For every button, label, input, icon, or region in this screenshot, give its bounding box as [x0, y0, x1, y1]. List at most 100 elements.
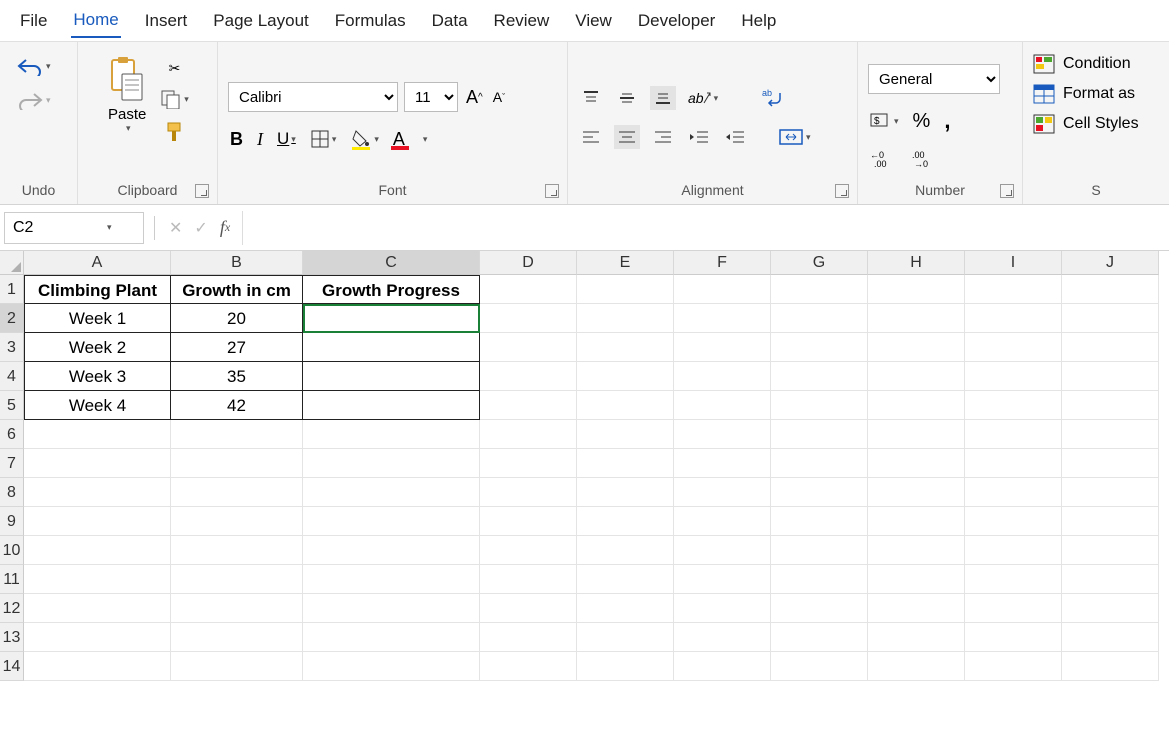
- font-size-select[interactable]: 11: [404, 82, 458, 112]
- cell[interactable]: [771, 565, 868, 594]
- cell[interactable]: [868, 507, 965, 536]
- row-header[interactable]: 5: [0, 391, 24, 420]
- increase-font-button[interactable]: A^: [464, 85, 485, 110]
- cell[interactable]: [674, 594, 771, 623]
- col-header-D[interactable]: D: [480, 251, 577, 275]
- cell[interactable]: [868, 304, 965, 333]
- cell[interactable]: [480, 507, 577, 536]
- cell[interactable]: [480, 536, 577, 565]
- cell[interactable]: [771, 391, 868, 420]
- cell[interactable]: Growth Progress: [303, 275, 480, 304]
- col-header-E[interactable]: E: [577, 251, 674, 275]
- cell[interactable]: [1062, 449, 1159, 478]
- cell[interactable]: [577, 478, 674, 507]
- name-box[interactable]: ▾: [4, 212, 144, 244]
- cell[interactable]: [480, 275, 577, 304]
- cell[interactable]: [1062, 333, 1159, 362]
- tab-developer[interactable]: Developer: [636, 5, 718, 37]
- cell[interactable]: 27: [171, 333, 303, 362]
- row-header[interactable]: 13: [0, 623, 24, 652]
- cell[interactable]: [674, 565, 771, 594]
- col-header-H[interactable]: H: [868, 251, 965, 275]
- cell[interactable]: [674, 449, 771, 478]
- cell[interactable]: [965, 275, 1062, 304]
- cell[interactable]: [771, 623, 868, 652]
- cell[interactable]: [868, 362, 965, 391]
- cell[interactable]: [868, 594, 965, 623]
- cell[interactable]: [1062, 362, 1159, 391]
- cell[interactable]: [868, 275, 965, 304]
- cell[interactable]: [577, 536, 674, 565]
- row-header[interactable]: 8: [0, 478, 24, 507]
- underline-button[interactable]: U▾: [275, 127, 298, 151]
- select-all-corner[interactable]: [0, 251, 24, 275]
- col-header-B[interactable]: B: [171, 251, 303, 275]
- paste-dropdown[interactable]: ▾: [126, 123, 131, 134]
- cell[interactable]: 42: [171, 391, 303, 420]
- cell[interactable]: [868, 623, 965, 652]
- cell[interactable]: [24, 594, 171, 623]
- cell[interactable]: [480, 420, 577, 449]
- row-header[interactable]: 11: [0, 565, 24, 594]
- cell[interactable]: [577, 623, 674, 652]
- cell[interactable]: [965, 594, 1062, 623]
- cell[interactable]: [577, 507, 674, 536]
- row-header[interactable]: 7: [0, 449, 24, 478]
- col-header-J[interactable]: J: [1062, 251, 1159, 275]
- cell[interactable]: [577, 565, 674, 594]
- row-header[interactable]: 6: [0, 420, 24, 449]
- cell[interactable]: [171, 652, 303, 681]
- col-header-C[interactable]: C: [303, 251, 480, 275]
- worksheet-grid[interactable]: A B C D E F G H I J 1Climbing PlantGrowt…: [0, 251, 1169, 681]
- cell[interactable]: [480, 478, 577, 507]
- cell[interactable]: [303, 449, 480, 478]
- cell[interactable]: [303, 478, 480, 507]
- cell[interactable]: [24, 507, 171, 536]
- cell-styles-button[interactable]: Cell Styles: [1033, 114, 1139, 134]
- cell[interactable]: [674, 478, 771, 507]
- col-header-I[interactable]: I: [965, 251, 1062, 275]
- cell[interactable]: [1062, 420, 1159, 449]
- cell[interactable]: [771, 594, 868, 623]
- tab-help[interactable]: Help: [739, 5, 778, 37]
- enter-formula-button[interactable]: ✓: [192, 216, 209, 240]
- font-launcher[interactable]: [545, 184, 559, 198]
- cell[interactable]: Climbing Plant: [24, 275, 171, 304]
- cell[interactable]: [480, 333, 577, 362]
- cell[interactable]: [303, 304, 480, 333]
- cell[interactable]: [1062, 594, 1159, 623]
- copy-button[interactable]: ▾: [158, 87, 191, 111]
- cell[interactable]: [577, 333, 674, 362]
- cell[interactable]: [771, 536, 868, 565]
- conditional-formatting-button[interactable]: Condition: [1033, 54, 1131, 74]
- row-header[interactable]: 9: [0, 507, 24, 536]
- accounting-format-button[interactable]: $▾: [868, 110, 901, 132]
- paste-button[interactable]: [104, 54, 150, 106]
- cell[interactable]: [577, 449, 674, 478]
- cell[interactable]: [674, 304, 771, 333]
- tab-file[interactable]: File: [18, 5, 49, 37]
- cell[interactable]: [965, 449, 1062, 478]
- cell[interactable]: [577, 420, 674, 449]
- cell[interactable]: [480, 594, 577, 623]
- cell[interactable]: [965, 623, 1062, 652]
- cell[interactable]: [868, 420, 965, 449]
- row-header[interactable]: 2: [0, 304, 24, 333]
- tab-formulas[interactable]: Formulas: [333, 5, 408, 37]
- decrease-indent-button[interactable]: [686, 125, 712, 149]
- cell[interactable]: [868, 536, 965, 565]
- cell[interactable]: [771, 275, 868, 304]
- cell[interactable]: [24, 565, 171, 594]
- cell[interactable]: [171, 478, 303, 507]
- cell[interactable]: [965, 507, 1062, 536]
- italic-button[interactable]: I: [255, 127, 265, 152]
- cell[interactable]: [965, 565, 1062, 594]
- borders-button[interactable]: ▾: [308, 127, 339, 151]
- cell[interactable]: [480, 362, 577, 391]
- cell[interactable]: Week 3: [24, 362, 171, 391]
- cell[interactable]: [480, 565, 577, 594]
- cell[interactable]: [1062, 536, 1159, 565]
- redo-button[interactable]: ▾: [14, 88, 53, 112]
- cell[interactable]: Week 2: [24, 333, 171, 362]
- cell[interactable]: Week 4: [24, 391, 171, 420]
